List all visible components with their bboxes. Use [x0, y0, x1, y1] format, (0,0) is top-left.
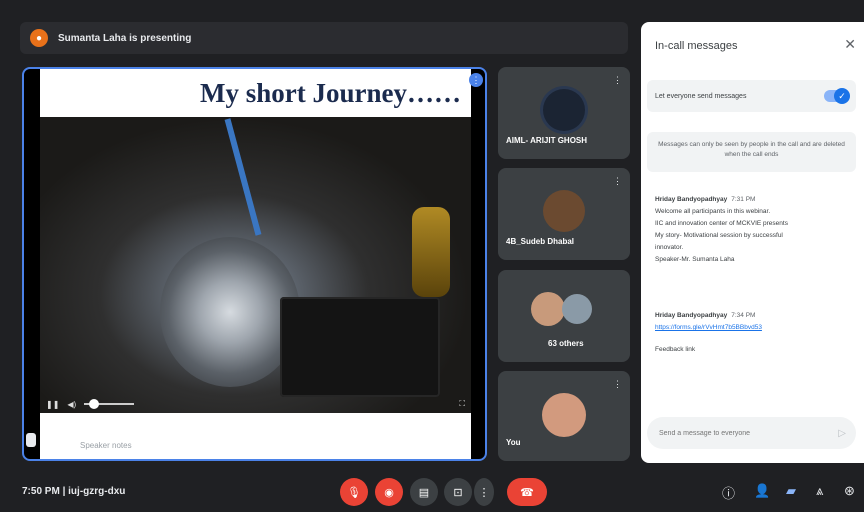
panel-title: In-call messages: [655, 40, 738, 52]
chat-message: Hriday Bandyopadhyay 7:31 PM Welcome all …: [655, 194, 852, 266]
info-box: Messages can only be seen by people in t…: [647, 132, 856, 172]
chat-panel: In-call messages ✕ Let everyone send mes…: [641, 22, 864, 463]
participant-tile[interactable]: ⋮ AIML- ARIJIT GHOSH: [498, 67, 630, 159]
progress-knob[interactable]: [89, 399, 100, 409]
more-options-button[interactable]: ⋮: [474, 478, 494, 506]
participant-name: 63 others: [548, 339, 584, 348]
notes-placeholder: Speaker notes: [80, 441, 132, 450]
participant-tile[interactable]: ⋮ You: [498, 371, 630, 461]
message-time: 7:34 PM: [731, 312, 756, 319]
video-motor-block: [280, 297, 440, 397]
meeting-info: 7:50 PM | iuj-gzrg-dxu: [22, 486, 125, 497]
captions-button[interactable]: ▤: [410, 478, 438, 506]
participant-avatar: [543, 89, 585, 131]
notes-area: Speaker notes: [40, 413, 471, 459]
message-link[interactable]: https://forms.gle/rVvHmt7b5BBbvd53: [655, 322, 852, 334]
message-input-box: ▷: [647, 417, 856, 449]
end-call-button[interactable]: ☎: [507, 478, 547, 506]
check-icon: ✓: [834, 88, 850, 104]
message-line: Feedback link: [655, 346, 696, 353]
video-cable: [224, 118, 262, 236]
presentation-stage[interactable]: My short Journey…… ⋮ ❚❚ ◀) ⛶ Speaker not…: [22, 67, 487, 461]
toggle-label: Let everyone send messages: [655, 92, 747, 100]
fullscreen-icon[interactable]: ⛶: [459, 399, 465, 409]
presentation-video[interactable]: [40, 117, 471, 413]
clock-time: 7:50 PM: [22, 486, 60, 497]
video-progress[interactable]: [84, 399, 135, 409]
people-icon[interactable]: 👤: [754, 483, 770, 499]
info-icon[interactable]: ⓘ: [722, 483, 735, 502]
participant-name: You: [506, 438, 521, 447]
message-line: Speaker-Mr. Sumanta Laha: [655, 256, 735, 263]
video-gear: [160, 237, 300, 387]
participant-tile[interactable]: ⋮ 4B_Sudeb Dhabal: [498, 168, 630, 260]
participant-avatar: [542, 393, 586, 437]
video-controls: ❚❚ ◀) ⛶: [40, 395, 471, 413]
participant-tile[interactable]: 63 others: [498, 270, 630, 362]
meeting-code: iuj-gzrg-dxu: [68, 486, 126, 497]
participant-name: AIML- ARIJIT GHOSH: [506, 136, 588, 145]
allow-messages-toggle[interactable]: ✓: [824, 88, 850, 104]
chat-icon[interactable]: ▰: [786, 483, 796, 499]
participant-name: 4B_Sudeb Dhabal: [506, 237, 575, 246]
more-vert-icon[interactable]: ⋮: [613, 75, 622, 86]
message-line: My story- Motivational session by succes…: [655, 232, 783, 239]
message-line: innovator.: [655, 244, 684, 251]
more-vert-icon[interactable]: ⋮: [613, 176, 622, 187]
mic-icon[interactable]: [26, 433, 36, 447]
volume-icon[interactable]: ◀): [67, 400, 76, 409]
message-sender: Hriday Bandyopadhyay: [655, 312, 728, 319]
participant-avatar: [531, 292, 566, 326]
message-time: 7:31 PM: [731, 196, 756, 203]
camera-off-button[interactable]: ◉: [375, 478, 403, 506]
activities-icon[interactable]: ⩓: [816, 483, 823, 499]
allow-messages-row: Let everyone send messages ✓: [647, 80, 856, 112]
close-icon[interactable]: ✕: [844, 36, 856, 53]
pause-icon[interactable]: ❚❚: [46, 400, 59, 409]
message-input[interactable]: [657, 428, 811, 438]
presenting-banner: ● Sumanta Laha is presenting: [20, 22, 628, 54]
chat-message: Hriday Bandyopadhyay 7:34 PM https://form…: [655, 310, 852, 356]
participant-avatar: [562, 294, 593, 324]
host-controls-icon[interactable]: ⊛: [844, 483, 855, 499]
slide-header: My short Journey……: [40, 69, 471, 117]
present-button[interactable]: ⊡: [444, 478, 472, 506]
presenter-avatar: ●: [30, 29, 48, 47]
slide-title: My short Journey……: [200, 77, 461, 108]
more-options-icon[interactable]: ⋮: [469, 73, 483, 87]
message-sender: Hriday Bandyopadhyay: [655, 196, 728, 203]
send-icon[interactable]: ▷: [838, 428, 846, 439]
more-vert-icon[interactable]: ⋮: [613, 379, 622, 390]
video-yellow-part: [412, 207, 450, 297]
message-line: Welcome all participants in this webinar…: [655, 208, 771, 215]
presenting-text: Sumanta Laha is presenting: [58, 32, 192, 44]
participant-avatar: [543, 190, 585, 232]
message-line: IIC and innovation center of MCKVIE pres…: [655, 220, 788, 227]
mic-off-button[interactable]: 🎙: [340, 478, 368, 506]
